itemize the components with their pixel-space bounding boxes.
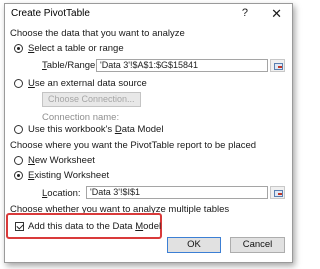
data-model-text-2: ata Model: [121, 124, 164, 135]
table-range-text: able/Range:: [46, 60, 98, 71]
ok-button[interactable]: OK: [167, 237, 221, 253]
close-icon[interactable]: ✕: [271, 6, 282, 22]
title-bar: Create PivotTable ? ✕: [5, 4, 292, 24]
select-table-text: elect a table or range: [34, 43, 124, 54]
connection-name-label: Connection name:: [42, 112, 120, 123]
existing-worksheet-label[interactable]: Existing Worksheet: [28, 170, 109, 181]
new-ws-accesskey: N: [28, 155, 35, 166]
create-pivottable-dialog: Create PivotTable ? ✕ Choose the data th…: [4, 3, 293, 263]
data-model-text-1: Use this workbook's: [28, 124, 115, 135]
cancel-button[interactable]: Cancel: [230, 237, 285, 253]
range-selector-icon[interactable]: [270, 59, 285, 72]
add-data-model-checkbox[interactable]: [15, 222, 24, 231]
select-table-label[interactable]: Select a table or range: [28, 43, 124, 54]
table-range-input[interactable]: 'Data 3'!$A$1:$G$15841: [96, 59, 268, 72]
dialog-title: Create PivotTable: [11, 8, 90, 19]
location-text: ocation:: [47, 188, 81, 199]
location-label: Location:: [42, 188, 81, 199]
external-source-radio[interactable]: [14, 79, 23, 88]
choose-connection-button[interactable]: Choose Connection...: [42, 92, 141, 107]
data-model-label[interactable]: Use this workbook's Data Model: [28, 124, 163, 135]
table-range-label: Table/Range:: [42, 60, 98, 71]
external-accesskey: U: [28, 78, 35, 89]
add-model-text-2: odel: [143, 221, 162, 232]
existing-worksheet-radio[interactable]: [14, 171, 23, 180]
range-selector-icon[interactable]: [270, 186, 285, 199]
add-model-accesskey: M: [135, 221, 144, 232]
existing-ws-text: xisting Worksheet: [34, 170, 110, 181]
add-data-model-label[interactable]: Add this data to the Data Model: [28, 221, 161, 232]
data-model-accesskey: D: [114, 124, 122, 135]
location-input[interactable]: 'Data 3'!$I$1: [86, 186, 268, 199]
external-text: se an external data source: [34, 78, 147, 89]
analyze-heading: Choose the data that you want to analyze: [10, 28, 185, 39]
new-worksheet-label[interactable]: New Worksheet: [28, 155, 95, 166]
help-icon[interactable]: ?: [242, 7, 248, 19]
new-ws-text: ew Worksheet: [34, 155, 95, 166]
new-worksheet-radio[interactable]: [14, 156, 23, 165]
data-model-radio[interactable]: [14, 125, 23, 134]
add-model-text-1: Add this data to the Data: [28, 221, 136, 232]
external-source-label[interactable]: Use an external data source: [28, 78, 147, 89]
select-table-radio[interactable]: [14, 44, 23, 53]
placement-heading: Choose where you want the PivotTable rep…: [10, 140, 257, 151]
